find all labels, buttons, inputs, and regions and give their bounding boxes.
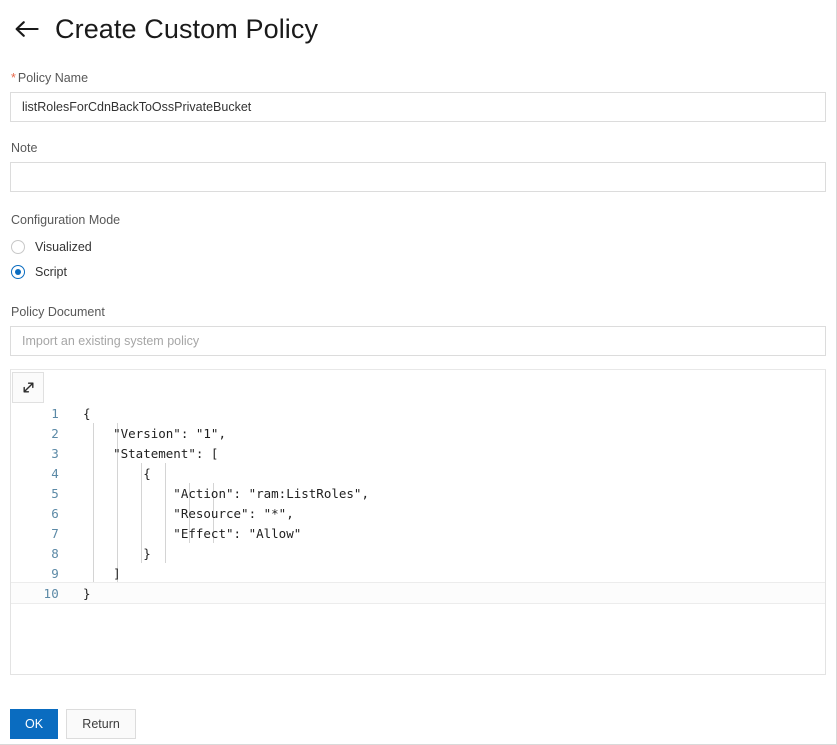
- line-number: 7: [51, 525, 59, 541]
- line-number: 4: [51, 465, 59, 481]
- policy-name-label-text: Policy Name: [17, 71, 89, 85]
- line-number: 9: [51, 565, 59, 581]
- line-number: 6: [51, 505, 59, 521]
- line-number: 3: [51, 445, 59, 461]
- code-line[interactable]: 1 {: [11, 403, 825, 423]
- code-line[interactable]: 5 "Action": "ram:ListRoles",: [11, 483, 825, 503]
- policy-name-label: * Policy Name: [11, 71, 826, 86]
- create-custom-policy-page: Create Custom Policy *Policy Name Note C…: [0, 0, 837, 745]
- configuration-mode-label: Configuration Mode: [11, 213, 121, 227]
- line-text: }: [83, 545, 151, 561]
- line-text: "Statement": [: [83, 445, 219, 461]
- ok-button[interactable]: OK: [10, 709, 59, 739]
- back-arrow-icon[interactable]: [10, 12, 44, 46]
- line-number: 1: [51, 405, 59, 421]
- editor-toolbar: [12, 372, 44, 403]
- note-input[interactable]: [10, 162, 826, 192]
- radio-label-visualized: Visualized: [35, 239, 92, 254]
- line-text: }: [83, 585, 91, 601]
- code-line-active[interactable]: 10 }: [11, 582, 825, 604]
- policy-document-label: Policy Document: [11, 305, 105, 319]
- line-text: "Version": "1",: [83, 425, 226, 441]
- note-label: Note: [11, 141, 38, 155]
- radio-circle-icon: [11, 239, 25, 254]
- line-number: 2: [51, 425, 59, 441]
- line-text: {: [83, 465, 151, 481]
- line-text: {: [83, 405, 91, 421]
- import-system-policy-input[interactable]: [10, 326, 826, 356]
- radio-option-script[interactable]: Script: [10, 259, 826, 284]
- radio-option-visualized[interactable]: Visualized: [10, 234, 826, 259]
- line-text: "Effect": "Allow": [83, 525, 302, 541]
- line-number: 10: [43, 585, 59, 601]
- policy-document-editor[interactable]: 1 { 2 "Version": "1", 3 "Statement": [ 4…: [10, 369, 826, 675]
- code-line[interactable]: 3 "Statement": [: [11, 443, 825, 463]
- radio-circle-selected-icon: [11, 264, 25, 279]
- code-line[interactable]: 2 "Version": "1",: [11, 423, 825, 443]
- code-line[interactable]: 7 "Effect": "Allow": [11, 523, 825, 543]
- required-marker: *: [11, 71, 16, 85]
- form-actions: OK Return: [10, 709, 137, 739]
- policy-form: *Policy Name Note Configuration Mode Vis…: [0, 52, 836, 369]
- line-text: "Action": "ram:ListRoles",: [83, 485, 369, 501]
- expand-diagonal-icon[interactable]: [12, 372, 44, 403]
- page-title: Create Custom Policy: [55, 13, 319, 44]
- line-number: 5: [51, 485, 59, 501]
- code-line[interactable]: 6 "Resource": "*",: [11, 503, 825, 523]
- code-line[interactable]: 8 }: [11, 543, 825, 563]
- line-text: "Resource": "*",: [83, 505, 294, 521]
- policy-name-input[interactable]: [10, 92, 826, 122]
- configuration-mode-radio-group: Visualized Script: [10, 234, 826, 284]
- page-header: Create Custom Policy: [0, 0, 836, 52]
- line-text: ]: [83, 565, 121, 581]
- code-lines-container[interactable]: 1 { 2 "Version": "1", 3 "Statement": [ 4…: [11, 403, 825, 674]
- return-button[interactable]: Return: [66, 709, 137, 739]
- code-line[interactable]: 9 ]: [11, 563, 825, 583]
- code-line[interactable]: 4 {: [11, 463, 825, 483]
- line-number: 8: [51, 545, 59, 561]
- radio-label-script: Script: [35, 264, 67, 279]
